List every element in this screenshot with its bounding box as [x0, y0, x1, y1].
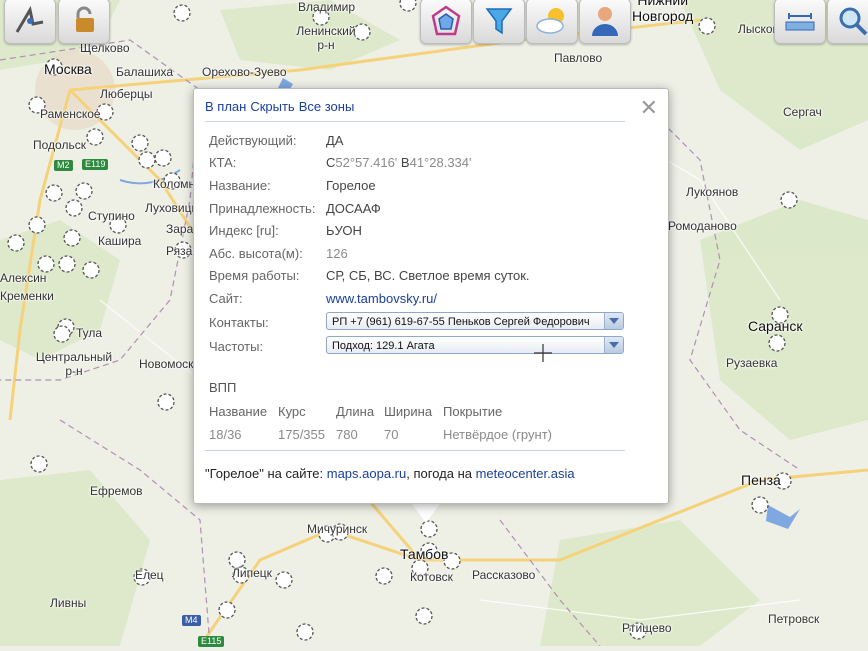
city-label-romodanovo: Ромодановo [668, 219, 737, 233]
aopa-link[interactable]: maps.aopa.ru [327, 466, 407, 481]
city-label-lukhovitsy: Луховицы [145, 201, 201, 215]
city-label-centralny: Центральный р-н [35, 350, 113, 378]
runway-header-surface: Покрытие [443, 404, 503, 419]
weather-button[interactable] [526, 0, 578, 44]
all-zones-link[interactable]: Все зоны [299, 99, 355, 114]
chevron-down-icon [609, 342, 619, 348]
runway-header-width: Ширина [384, 404, 433, 419]
city-label-kashira: Кашира [98, 234, 142, 248]
filter-button[interactable] [473, 0, 525, 44]
airfield-info-popup: ✕ В план Скрыть Все зоны Действующий: ДА КТ… [193, 88, 669, 504]
close-icon[interactable]: ✕ [640, 97, 658, 119]
ruler-icon [785, 13, 815, 31]
unlock-button[interactable] [58, 0, 110, 44]
city-label-nizhny-novgorod: Нижний Новгород [632, 0, 694, 24]
runway-value-course: 175/355 [278, 427, 325, 442]
meteocenter-link[interactable]: meteocenter.asia [476, 466, 575, 481]
city-label-balashikha: Балашиха [116, 65, 174, 79]
field-hours: Время работы: СР, СБ, ВС. Светлое время с… [209, 268, 530, 283]
runway-header-course: Курс [278, 404, 306, 419]
compass-button[interactable] [4, 0, 56, 44]
profile-button[interactable] [579, 0, 631, 44]
road-shield-e119: E119 [82, 159, 109, 170]
city-label-petrovsk: Петровск [768, 612, 820, 626]
frequencies-select[interactable]: Подход: 129.1 Агата [326, 336, 624, 354]
runway-value-width: 70 [384, 427, 399, 442]
field-frequencies: Частоты: [209, 339, 264, 354]
runway-value-surface: Нетвёрдое (грунт) [443, 427, 552, 442]
city-label-vladimir: Владимир [298, 0, 356, 14]
field-site: Сайт: www.tambovsky.ru/ [209, 291, 438, 306]
city-label-lyubertsy: Люберцы [100, 87, 153, 101]
city-label-orekhovo-zuevo: Орехово-Зуево [202, 65, 287, 79]
field-active: Действующий: ДА [209, 133, 344, 148]
field-contacts: Контакты: [209, 315, 269, 330]
runway-value-length: 780 [336, 427, 358, 442]
city-label-moskva: Москва [44, 61, 92, 77]
city-label-podolsk: Подольск [33, 138, 86, 152]
city-label-kotovsk: Котовск [410, 570, 453, 584]
city-label-kremenki: Кременки [0, 289, 54, 303]
road-shield-m2: M2 [54, 160, 73, 171]
popup-footer: "Горелое" на сайте: maps.aopa.ru, погода… [205, 466, 575, 481]
popup-header-links: В план Скрыть Все зоны [205, 99, 358, 114]
field-name: Название: Горелое [209, 178, 376, 193]
city-label-rasskazovo: Рассказово [472, 568, 536, 582]
header-divider [205, 121, 625, 122]
compass-icon [15, 5, 44, 33]
field-ownership: Принадлежность: ДОСААФ [209, 201, 381, 216]
runway-value-name: 18/36 [209, 427, 242, 442]
airspace-button[interactable] [420, 0, 472, 44]
runway-header-name: Название [209, 404, 268, 419]
city-label-sergach: Сергач [783, 105, 822, 119]
city-label-ruzaevka: Рузаевка [726, 356, 778, 370]
city-label-lukoyanov: Лукоянов [686, 185, 739, 199]
city-label-aleksin: Алексин [0, 271, 47, 285]
crosshair-cursor-icon [534, 344, 552, 362]
ruler-button[interactable] [774, 0, 826, 44]
city-label-penza: Пенза [741, 472, 781, 488]
city-label-leninsky: Ленинский р-н [296, 24, 356, 52]
city-label-stupino: Ступино [88, 209, 135, 223]
city-label-saransk: Саранск [748, 318, 803, 334]
popup-tail [410, 501, 442, 523]
runway-header-length: Длина [336, 404, 375, 419]
city-label-ramenskoe: Раменское [40, 107, 101, 121]
hide-link[interactable]: Скрыть [250, 99, 294, 114]
city-label-efremov: Ефремов [90, 484, 143, 498]
site-link[interactable]: www.tambovsky.ru/ [326, 291, 437, 306]
city-label-lipetsk: Липецк [232, 566, 272, 580]
filter-icon [485, 8, 513, 35]
profile-icon [592, 7, 618, 36]
road-shield-e115: E115 [198, 636, 225, 647]
contacts-select[interactable]: РП +7 (961) 619-67-55 Пеньков Сергей Фед… [326, 312, 624, 330]
add-to-plan-link[interactable]: В план [205, 99, 246, 114]
field-kta: КТА: С52°57.416' В41°28.334' [209, 155, 472, 170]
unlock-icon [76, 6, 94, 32]
field-index: Индекс [ru]: ЬУОН [209, 223, 362, 238]
city-label-tula: Тула [76, 326, 103, 340]
field-elevation: Абс. высота(м): 126 [209, 246, 348, 261]
airspace-icon [431, 5, 461, 36]
city-label-michurinsk: Мичуринск [307, 522, 368, 536]
weather-icon [536, 8, 564, 34]
city-label-rtishchevo: Ртищево [622, 621, 672, 635]
city-label-elets: Елец [135, 568, 164, 582]
search-icon [839, 7, 868, 36]
runway-section-title: ВПП [209, 380, 237, 395]
city-label-pavlovo: Павлово [554, 51, 603, 65]
search-button[interactable] [827, 0, 868, 44]
footer-divider [205, 450, 625, 451]
city-label-tambov: Тамбов [400, 546, 449, 562]
chevron-down-icon [609, 318, 619, 324]
city-label-livny: Ливны [50, 596, 87, 610]
road-shield-m4: M4 [182, 615, 201, 626]
